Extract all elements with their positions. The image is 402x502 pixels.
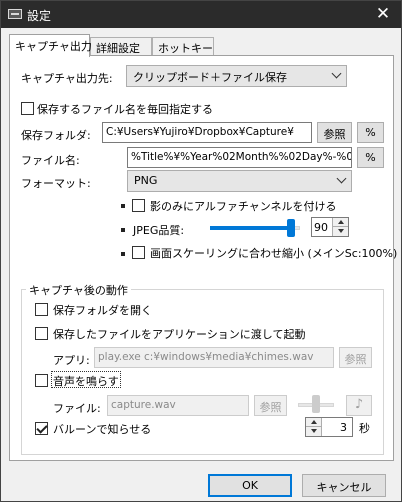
cancel-button[interactable]: キャンセル <box>302 474 386 497</box>
capture-output-panel: キャプチャ出力先: クリップボード＋ファイル保存 保存するファイル名を毎回指定す… <box>9 55 398 461</box>
dest-value: クリップボード＋ファイル保存 <box>133 71 287 84</box>
seconds-unit-label: 秒 <box>359 422 370 435</box>
title-bar[interactable]: 設定 ✕ <box>1 1 401 28</box>
dest-select[interactable]: クリップボード＋ファイル保存 <box>126 65 347 87</box>
app-label: アプリ: <box>53 354 90 367</box>
spin-up-button[interactable] <box>306 418 322 427</box>
balloon-seconds-value: 3 <box>340 421 347 434</box>
launch-app-label: 保存したファイルをアプリケーションに渡して起動 <box>53 328 306 341</box>
after-capture-group-title: キャプチャ後の動作 <box>26 282 131 298</box>
dest-label: キャプチャ出力先: <box>21 72 113 85</box>
tab-advanced-settings[interactable]: 詳細設定 <box>90 37 152 56</box>
jpeg-quality-slider-fill <box>210 226 291 230</box>
app-icon <box>8 9 22 19</box>
format-select[interactable]: PNG <box>127 170 352 192</box>
format-value: PNG <box>134 174 158 187</box>
jpeg-quality-label: JPEG品質: <box>133 224 185 237</box>
settings-window: 設定 ✕ キャプチャ出力 詳細設定 ホットキー キャプチャ出力先: クリップボー… <box>0 0 402 502</box>
open-folder-checkbox[interactable] <box>35 303 48 316</box>
balloon-label: バルーンで知らせる <box>53 423 152 436</box>
chevron-down-icon <box>331 68 342 79</box>
balloon-checkbox[interactable] <box>35 422 48 435</box>
scaling-label: 画面スケーリングに合わせ縮小 (メインSc:100%) <box>150 247 398 260</box>
ask-filename-label: 保存するファイル名を毎回指定する <box>37 103 213 116</box>
bullet-icon <box>121 204 125 208</box>
sound-checkbox[interactable] <box>35 374 48 387</box>
chevron-down-icon <box>336 173 347 184</box>
app-browse-button[interactable]: 参照 <box>339 347 372 368</box>
scaling-checkbox[interactable] <box>132 246 145 259</box>
tab-capture-output[interactable]: キャプチャ出力 <box>9 34 92 57</box>
jpeg-quality-value: 90 <box>314 221 328 234</box>
sound-label: 音声を鳴らす <box>53 375 119 388</box>
arrow-up-icon <box>338 220 344 224</box>
launch-app-checkbox[interactable] <box>35 327 48 340</box>
spin-up-button[interactable] <box>332 218 348 227</box>
tab-hotkeys[interactable]: ホットキー <box>152 37 214 56</box>
window-title: 設定 <box>27 9 52 23</box>
balloon-seconds-spinner[interactable]: 3 <box>305 417 353 437</box>
ok-button[interactable]: OK <box>208 474 292 497</box>
bullet-icon <box>121 228 125 232</box>
arrow-down-icon <box>338 229 344 233</box>
jpeg-quality-spinner[interactable]: 90 <box>311 217 349 237</box>
jpeg-quality-slider-thumb[interactable] <box>287 219 295 237</box>
spin-down-button[interactable] <box>306 427 322 436</box>
folder-input[interactable]: C:¥Users¥Yujiro¥Dropbox¥Capture¥ <box>102 122 312 143</box>
sound-file-label: ファイル: <box>53 402 101 415</box>
folder-percent-button[interactable]: % <box>357 122 384 143</box>
app-input[interactable]: play.exe c:¥windows¥media¥chimes.wav <box>94 347 334 368</box>
filename-input[interactable]: %Title%¥%Year%02Month%%02Day%-%02Hour%%0… <box>127 147 352 168</box>
format-label: フォーマット: <box>21 177 91 190</box>
alpha-shadow-checkbox[interactable] <box>132 199 145 212</box>
open-folder-label: 保存フォルダを開く <box>53 304 152 317</box>
spin-down-button[interactable] <box>332 227 348 236</box>
filename-label: ファイル名: <box>21 154 80 167</box>
volume-slider-thumb[interactable] <box>312 395 320 413</box>
folder-label: 保存フォルダ: <box>21 129 91 142</box>
close-icon[interactable]: ✕ <box>371 3 395 25</box>
filename-percent-button[interactable]: % <box>357 147 384 168</box>
sound-file-input[interactable]: capture.wav <box>107 395 249 416</box>
arrow-down-icon <box>311 429 317 433</box>
arrow-up-icon <box>311 420 317 424</box>
alpha-shadow-label: 影のみにアルファチャンネルを付ける <box>150 200 337 213</box>
bullet-icon <box>121 252 125 256</box>
ask-filename-checkbox[interactable] <box>21 102 34 115</box>
folder-browse-button[interactable]: 参照 <box>317 122 352 143</box>
sound-browse-button[interactable]: 参照 <box>254 395 287 416</box>
play-sound-button[interactable]: ♪ <box>346 395 372 416</box>
